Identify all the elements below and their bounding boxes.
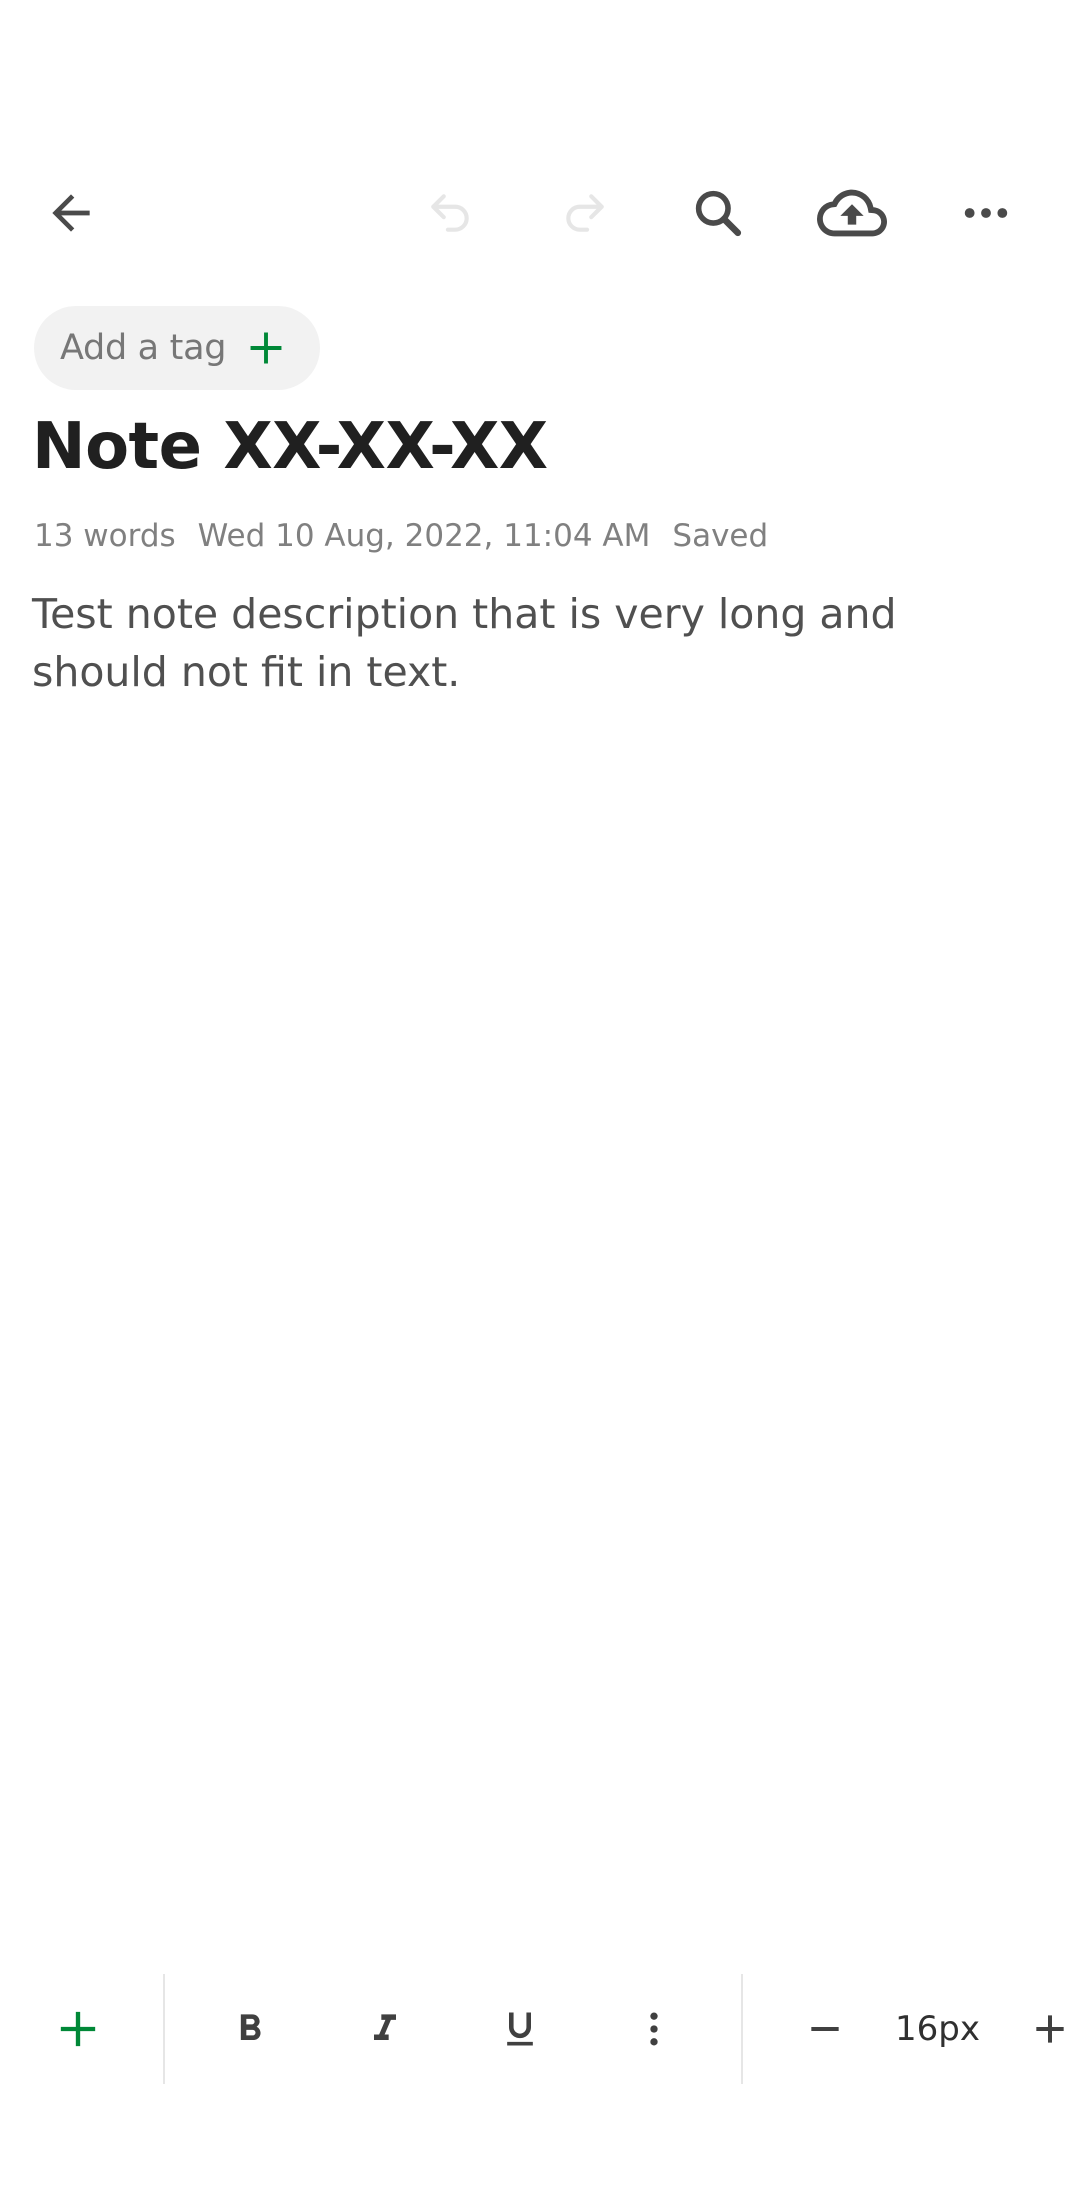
decrease-font-size-button[interactable] — [775, 1974, 875, 2084]
increase-font-size-button[interactable] — [1030, 1974, 1080, 2084]
cloud-upload-icon — [817, 189, 887, 237]
bold-button[interactable] — [200, 1974, 300, 2084]
italic-icon — [374, 2014, 396, 2040]
font-size-value[interactable]: 16px — [895, 1974, 980, 2084]
sync-button[interactable] — [807, 168, 897, 258]
save-status: Saved — [672, 518, 769, 554]
search-button[interactable] — [673, 168, 763, 258]
add-tag-button[interactable]: Add a tag — [34, 306, 321, 390]
insert-button[interactable] — [28, 1974, 128, 2084]
toolbar-divider — [163, 1974, 165, 2084]
more-horizontal-icon — [964, 208, 1008, 218]
formatting-toolbar: 16px — [0, 1974, 1080, 2084]
plus-icon — [246, 328, 286, 368]
redo-button[interactable] — [540, 168, 630, 258]
more-vertical-icon — [650, 2012, 658, 2046]
minus-icon — [811, 2027, 839, 2031]
italic-button[interactable] — [335, 1974, 435, 2084]
add-tag-label: Add a tag — [60, 328, 227, 368]
toolbar-divider — [741, 1974, 743, 2084]
underline-icon — [507, 2012, 533, 2046]
plus-icon — [1036, 2015, 1064, 2043]
search-icon — [695, 190, 742, 237]
more-formatting-button[interactable] — [604, 1974, 704, 2084]
top-toolbar — [0, 160, 1080, 266]
note-date: Wed 10 Aug, 2022, 11:04 AM — [197, 518, 651, 554]
bold-icon — [240, 2014, 261, 2040]
underline-button[interactable] — [470, 1974, 570, 2084]
undo-button[interactable] — [405, 168, 495, 258]
plus-icon — [60, 2011, 96, 2047]
redo-icon — [566, 194, 604, 232]
back-button[interactable] — [26, 168, 116, 258]
undo-icon — [431, 194, 469, 232]
more-options-button[interactable] — [941, 168, 1031, 258]
note-title[interactable]: Note XX-XX-XX — [32, 410, 548, 484]
note-editor[interactable]: Test note description that is very long … — [32, 585, 1032, 701]
word-count: 13 words — [34, 518, 176, 554]
arrow-left-icon — [52, 194, 90, 232]
note-meta: 13 words Wed 10 Aug, 2022, 11:04 AM Save… — [34, 518, 768, 554]
